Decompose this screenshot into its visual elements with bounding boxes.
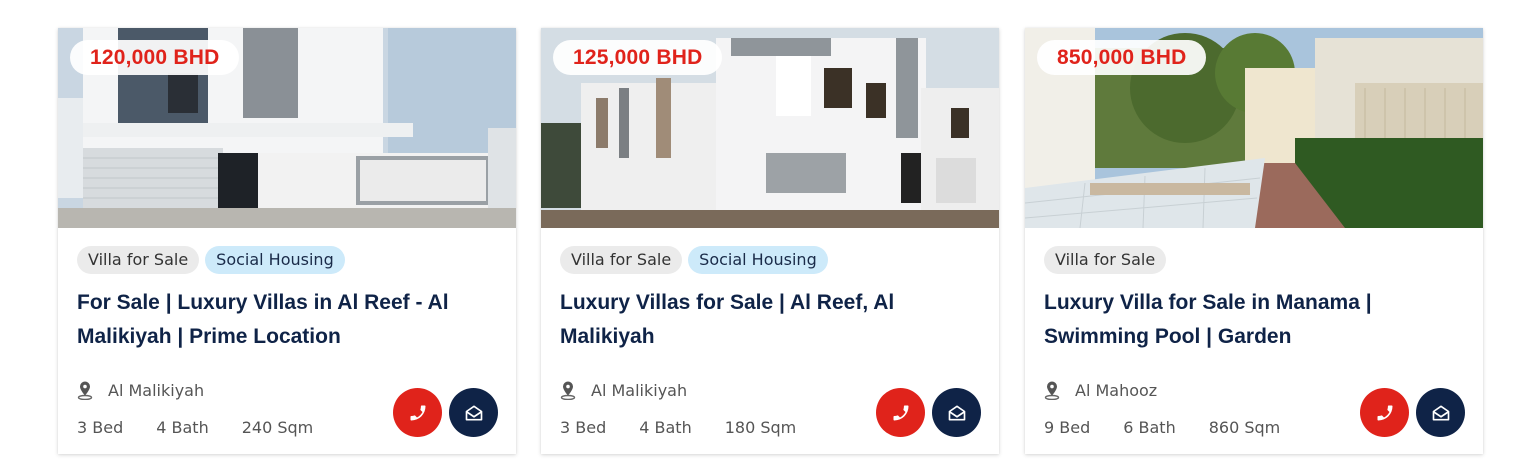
- social-housing-tag: Social Housing: [205, 246, 345, 274]
- area-size: 860 Sqm: [1208, 418, 1281, 437]
- phone-icon: [893, 405, 908, 420]
- call-button[interactable]: [876, 388, 925, 437]
- listing-location: Al Malikiyah: [77, 380, 204, 400]
- listing-title[interactable]: Luxury Villa for Sale in Manama | Swimmi…: [1044, 286, 1454, 354]
- tag-list: Villa for Sale Social Housing: [77, 246, 498, 274]
- tag-list: Villa for Sale Social Housing: [560, 246, 981, 274]
- listing-photo[interactable]: 120,000 BHD: [58, 28, 516, 228]
- map-pin-icon: [560, 381, 576, 400]
- map-pin-icon: [1044, 381, 1060, 400]
- category-tag: Villa for Sale: [560, 246, 683, 274]
- listing-location: Al Mahooz: [1044, 380, 1157, 400]
- envelope-open-icon: [465, 405, 482, 420]
- listing-title[interactable]: For Sale | Luxury Villas in Al Reef - Al…: [77, 286, 487, 354]
- listing-specs: 3 Bed 4 Bath 180 Sqm: [560, 418, 796, 438]
- bath-count: 4 Bath: [156, 418, 209, 437]
- bed-count: 3 Bed: [77, 418, 124, 437]
- listing-title[interactable]: Luxury Villas for Sale | Al Reef, Al Mal…: [560, 286, 970, 354]
- listing-card[interactable]: 120,000 BHD Villa for Sale Social Housin…: [58, 28, 516, 454]
- listing-photo[interactable]: 125,000 BHD: [541, 28, 999, 228]
- area-size: 180 Sqm: [724, 418, 797, 437]
- call-button[interactable]: [1360, 388, 1409, 437]
- listing-location: Al Malikiyah: [560, 380, 687, 400]
- location-text: Al Mahooz: [1075, 380, 1158, 400]
- message-button[interactable]: [449, 388, 498, 437]
- bed-count: 9 Bed: [1044, 418, 1091, 437]
- social-housing-tag: Social Housing: [688, 246, 828, 274]
- category-tag: Villa for Sale: [77, 246, 200, 274]
- envelope-open-icon: [1432, 405, 1449, 420]
- price-badge: 125,000 BHD: [553, 40, 723, 75]
- location-text: Al Malikiyah: [108, 380, 205, 400]
- price-badge: 120,000 BHD: [70, 40, 240, 75]
- map-pin-icon: [77, 381, 93, 400]
- bath-count: 4 Bath: [639, 418, 692, 437]
- listing-specs: 9 Bed 6 Bath 860 Sqm: [1044, 418, 1280, 438]
- listing-card[interactable]: 850,000 BHD Villa for Sale Luxury Villa …: [1025, 28, 1483, 454]
- location-text: Al Malikiyah: [591, 380, 688, 400]
- listing-photo[interactable]: 850,000 BHD: [1025, 28, 1483, 228]
- envelope-open-icon: [948, 405, 965, 420]
- listing-grid: 120,000 BHD Villa for Sale Social Housin…: [0, 0, 1537, 472]
- listing-card[interactable]: 125,000 BHD Villa for Sale Social Housin…: [541, 28, 999, 454]
- listing-details: Villa for Sale Social Housing Luxury Vil…: [560, 246, 981, 437]
- call-button[interactable]: [393, 388, 442, 437]
- tag-list: Villa for Sale: [1044, 246, 1465, 274]
- contact-actions: [1360, 388, 1465, 437]
- area-size: 240 Sqm: [241, 418, 314, 437]
- contact-actions: [393, 388, 498, 437]
- contact-actions: [876, 388, 981, 437]
- category-tag: Villa for Sale: [1044, 246, 1167, 274]
- listing-specs: 3 Bed 4 Bath 240 Sqm: [77, 418, 313, 438]
- phone-icon: [410, 405, 425, 420]
- listing-details: Villa for Sale Luxury Villa for Sale in …: [1044, 246, 1465, 437]
- message-button[interactable]: [1416, 388, 1465, 437]
- bath-count: 6 Bath: [1123, 418, 1176, 437]
- bed-count: 3 Bed: [560, 418, 607, 437]
- phone-icon: [1377, 405, 1392, 420]
- message-button[interactable]: [932, 388, 981, 437]
- listing-details: Villa for Sale Social Housing For Sale |…: [77, 246, 498, 437]
- price-badge: 850,000 BHD: [1037, 40, 1207, 75]
